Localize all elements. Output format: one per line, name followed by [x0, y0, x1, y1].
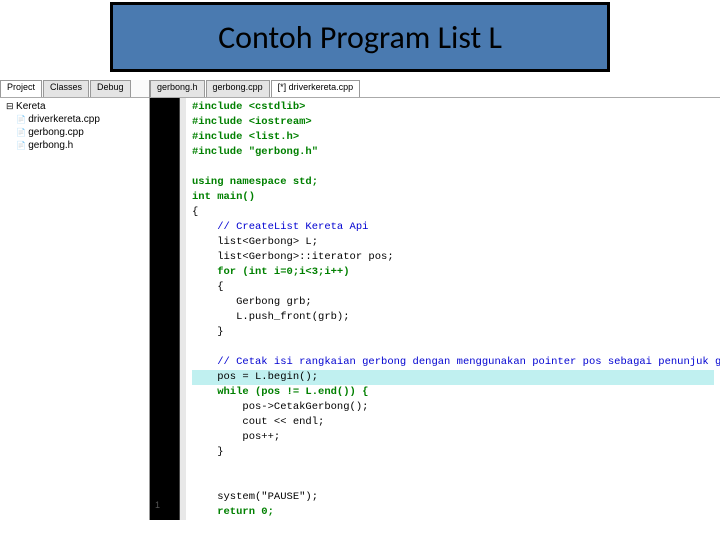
- tab-classes[interactable]: Classes: [43, 80, 89, 97]
- sidebar-tabs: Project Classes Debug: [0, 80, 149, 98]
- sidebar: Project Classes Debug Kereta driverkeret…: [0, 80, 150, 520]
- tree-file[interactable]: gerbong.h: [4, 139, 145, 152]
- project-tree: Kereta driverkereta.cpp gerbong.cpp gerb…: [0, 98, 149, 520]
- ide-window: Project Classes Debug Kereta driverkeret…: [0, 80, 720, 520]
- tree-root[interactable]: Kereta: [4, 100, 145, 113]
- editor-area: gerbong.h gerbong.cpp [*] driverkereta.c…: [150, 80, 720, 520]
- code-editor[interactable]: #include <cstdlib>#include <iostream>#in…: [150, 98, 720, 520]
- status-indicator: 1: [155, 500, 160, 510]
- slide-title-banner: Contoh Program List L: [110, 2, 610, 72]
- editor-gutter: [150, 98, 180, 520]
- tab-project[interactable]: Project: [0, 80, 42, 97]
- ide-main-row: Project Classes Debug Kereta driverkeret…: [0, 80, 720, 520]
- slide-title: Contoh Program List L: [218, 18, 502, 57]
- code-text[interactable]: #include <cstdlib>#include <iostream>#in…: [186, 98, 720, 520]
- editor-tab-active[interactable]: [*] driverkereta.cpp: [271, 80, 361, 97]
- editor-tab[interactable]: gerbong.cpp: [206, 80, 270, 97]
- tree-file[interactable]: gerbong.cpp: [4, 126, 145, 139]
- tab-debug[interactable]: Debug: [90, 80, 131, 97]
- editor-tab[interactable]: gerbong.h: [150, 80, 205, 97]
- tree-file[interactable]: driverkereta.cpp: [4, 113, 145, 126]
- editor-tabs: gerbong.h gerbong.cpp [*] driverkereta.c…: [150, 80, 720, 98]
